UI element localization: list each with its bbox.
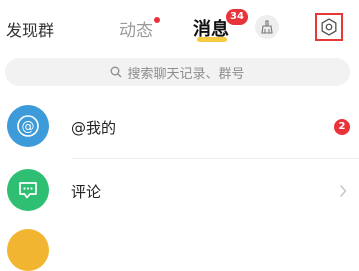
discover-groups-link[interactable]: 发现群	[6, 17, 54, 41]
comment-icon	[7, 169, 49, 211]
search-bar[interactable]: 搜索聊天记录、群号	[5, 58, 350, 86]
search-placeholder: 搜索聊天记录、群号	[127, 66, 245, 82]
svg-text:@: @	[22, 120, 35, 135]
settings-button[interactable]	[315, 13, 343, 41]
at-sign-icon: @	[7, 105, 49, 147]
divider	[71, 158, 359, 159]
chevron-right-icon	[339, 185, 347, 197]
tab-dynamic[interactable]: 动态	[119, 16, 160, 41]
unread-count-badge: 2	[334, 119, 350, 135]
tab-messages-label: 消息	[193, 19, 229, 40]
list-item-avatar-partial[interactable]	[7, 229, 49, 271]
list-item-mentions[interactable]: @ @我的 2	[0, 96, 359, 158]
tab-dynamic-unread-dot	[154, 17, 160, 23]
list-item-label: 评论	[71, 183, 102, 201]
search-icon	[111, 66, 122, 78]
tab-messages-badge: 34	[226, 9, 248, 25]
list-item-comments[interactable]: 评论	[0, 160, 359, 222]
list-item-label: @我的	[71, 119, 117, 137]
tab-dynamic-label: 动态	[119, 21, 153, 41]
gear-icon	[321, 18, 337, 36]
clean-unread-button[interactable]	[255, 15, 279, 39]
top-bar: 发现群 动态 消息 34	[0, 0, 359, 55]
tab-messages[interactable]: 消息 34	[193, 9, 248, 42]
broom-icon	[261, 20, 273, 34]
